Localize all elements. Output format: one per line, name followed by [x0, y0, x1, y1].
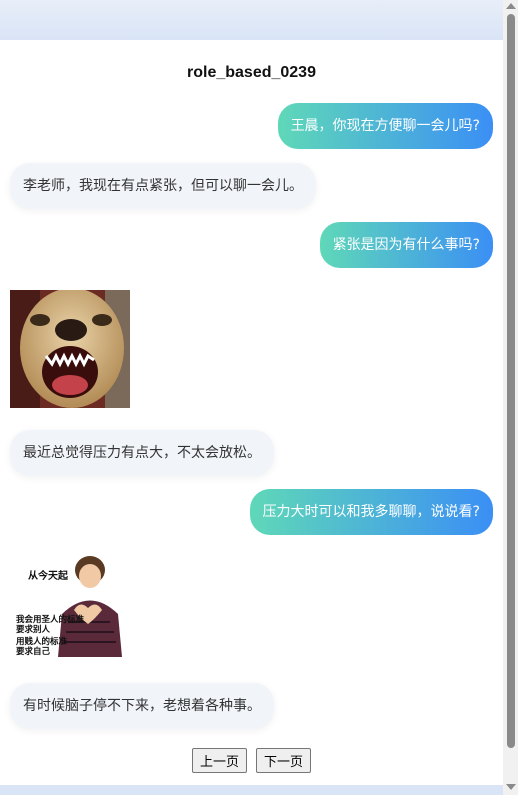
meme-caption-line: 从今天起 — [28, 569, 69, 582]
scroll-down-arrow-icon[interactable] — [506, 784, 516, 790]
scroll-up-arrow-icon[interactable] — [506, 3, 516, 9]
meme-caption-line: 要求别人 — [16, 624, 51, 635]
message-bubble-me: 王晨，你现在方便聊一会儿吗? — [277, 103, 493, 149]
scrollbar-thumb[interactable] — [507, 14, 515, 748]
top-background — [0, 0, 503, 40]
chat-title: role_based_0239 — [187, 64, 316, 81]
bottom-background — [0, 785, 503, 795]
next-page-button[interactable]: 下一页 — [256, 748, 312, 773]
prev-page-button[interactable]: 上一页 — [191, 748, 247, 773]
message-bubble-other: 最近总觉得压力有点大，不太会放松。 — [10, 430, 274, 476]
meme-caption-line: 要求自己 — [16, 646, 51, 657]
angry-dog-meme-image — [10, 290, 130, 408]
pagination: 上一页 下一页 — [0, 748, 503, 773]
meme-caption-line: 用贱人的标准 — [15, 636, 68, 647]
message-bubble-me: 压力大时可以和我多聊聊，说说看? — [249, 489, 493, 535]
message-bubble-other: 有时候脑子停不下来，老想着各种事。 — [10, 683, 274, 729]
message-bubble-other: 李老师，我现在有点紧张，但可以聊一会儿。 — [10, 163, 316, 209]
message-bubble-me: 紧张是因为有什么事吗? — [319, 222, 493, 268]
heart-hands-meme-image: 从今天起 我会用圣人的标准 要求别人 用贱人的标准 要求自己 — [10, 552, 130, 662]
chat-card: role_based_0239 王晨，你现在方便聊一会儿吗? 李老师，我现在有点… — [0, 40, 503, 785]
meme-caption-line: 我会用圣人的标准 — [16, 614, 85, 625]
